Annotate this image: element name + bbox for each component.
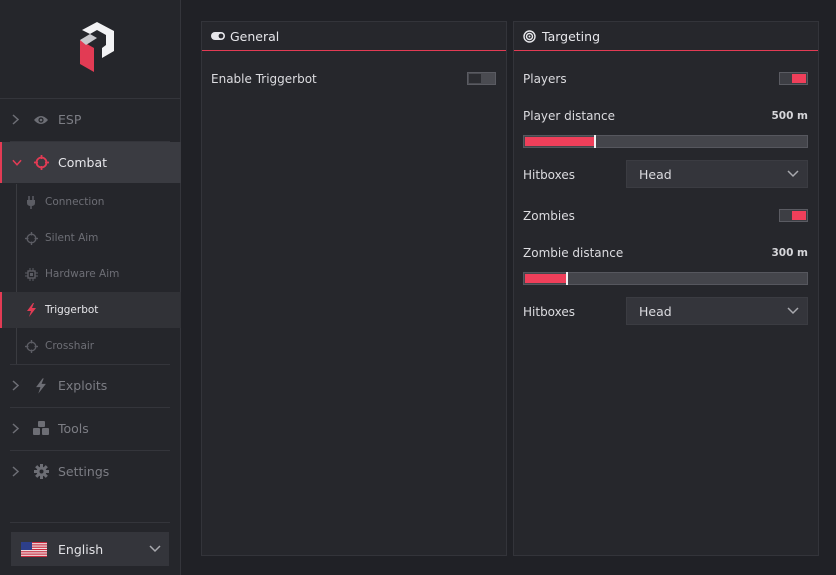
us-flag-icon <box>21 541 47 557</box>
zombie-hitboxes-select[interactable]: Head <box>626 297 808 325</box>
sidebar-item-label: Combat <box>58 155 108 170</box>
chevron-down-icon <box>12 158 22 168</box>
sidebar-item-exploits[interactable]: Exploits <box>0 365 181 406</box>
sidebar: ESP Combat Connection Silent Aim Hardwar… <box>0 0 181 575</box>
chevron-right-icon <box>12 466 22 477</box>
language-select[interactable]: English <box>11 532 169 566</box>
player-hitboxes-label: Hitboxes <box>523 168 576 182</box>
sidebar-item-settings[interactable]: Settings <box>0 451 181 492</box>
toggle-knob <box>792 74 806 83</box>
sidebar-divider <box>10 522 170 523</box>
sidebar-subitem-label: Connection <box>45 196 105 208</box>
chevron-right-icon <box>12 380 22 391</box>
sidebar-item-tools[interactable]: Tools <box>0 408 181 449</box>
targeting-panel: Targeting Players Player distance 500 m … <box>513 21 819 556</box>
sidebar-subitem-connection[interactable]: Connection <box>0 184 181 220</box>
panel-title: Targeting <box>542 28 601 44</box>
enable-triggerbot-label: Enable Triggerbot <box>211 72 317 86</box>
sidebar-subitem-label: Hardware Aim <box>45 268 120 280</box>
zombie-distance-slider[interactable] <box>523 272 808 285</box>
players-toggle[interactable] <box>779 72 808 85</box>
select-value: Head <box>639 303 672 319</box>
zombies-toggle[interactable] <box>779 209 808 222</box>
sidebar-subitem-crosshair[interactable]: Crosshair <box>0 328 181 364</box>
crosshair-icon <box>32 154 50 172</box>
gear-icon <box>32 463 50 481</box>
player-distance-value: 500 m <box>771 110 808 122</box>
targeting-panel-header: Targeting <box>514 22 818 51</box>
brand-logo-icon <box>80 22 114 72</box>
language-label: English <box>58 541 104 557</box>
panel-title: General <box>230 28 280 44</box>
sidebar-item-label: Tools <box>58 421 89 436</box>
sidebar-subitem-label: Crosshair <box>45 340 95 352</box>
zombie-distance-value: 300 m <box>771 247 808 259</box>
lightning-icon <box>24 303 38 317</box>
chevron-right-icon <box>12 114 22 125</box>
chevron-down-icon <box>787 170 799 178</box>
slider-fill <box>525 274 567 283</box>
select-value: Head <box>639 166 672 182</box>
sidebar-item-label: Exploits <box>58 378 108 393</box>
sidebar-item-label: ESP <box>58 112 82 127</box>
zombie-distance-label: Zombie distance <box>523 246 624 260</box>
sidebar-subitem-label: Silent Aim <box>45 232 99 244</box>
sidebar-subitem-triggerbot[interactable]: Triggerbot <box>0 292 181 328</box>
toggle-icon <box>211 29 225 43</box>
toggle-knob <box>469 74 481 83</box>
zombies-label: Zombies <box>523 209 575 223</box>
sidebar-subitem-label: Triggerbot <box>45 304 99 316</box>
chevron-down-icon <box>149 545 161 553</box>
lightning-icon <box>32 377 50 395</box>
player-distance-slider[interactable] <box>523 135 808 148</box>
crosshair-icon <box>24 339 38 353</box>
chip-icon <box>24 267 38 281</box>
chevron-down-icon <box>787 307 799 315</box>
general-panel-header: General <box>202 22 506 51</box>
player-distance-label: Player distance <box>523 109 616 123</box>
slider-fill <box>525 137 595 146</box>
zombie-hitboxes-label: Hitboxes <box>523 305 576 319</box>
sidebar-subitem-silent-aim[interactable]: Silent Aim <box>0 220 181 256</box>
toggle-knob <box>792 211 806 220</box>
slider-thumb[interactable] <box>594 135 596 148</box>
general-panel: General Enable Triggerbot <box>201 21 507 556</box>
slider-thumb[interactable] <box>566 272 568 285</box>
cubes-icon <box>32 420 50 438</box>
sidebar-subitem-hardware-aim[interactable]: Hardware Aim <box>0 256 181 292</box>
eye-icon <box>32 111 50 129</box>
sidebar-item-esp[interactable]: ESP <box>0 99 181 140</box>
enable-triggerbot-toggle[interactable] <box>467 72 496 85</box>
player-hitboxes-select[interactable]: Head <box>626 160 808 188</box>
crosshair-icon <box>24 231 38 245</box>
sidebar-item-combat[interactable]: Combat <box>0 142 181 183</box>
plug-icon <box>24 195 38 209</box>
players-label: Players <box>523 72 567 86</box>
chevron-right-icon <box>12 423 22 434</box>
sidebar-item-label: Settings <box>58 464 110 479</box>
target-icon <box>523 29 537 43</box>
